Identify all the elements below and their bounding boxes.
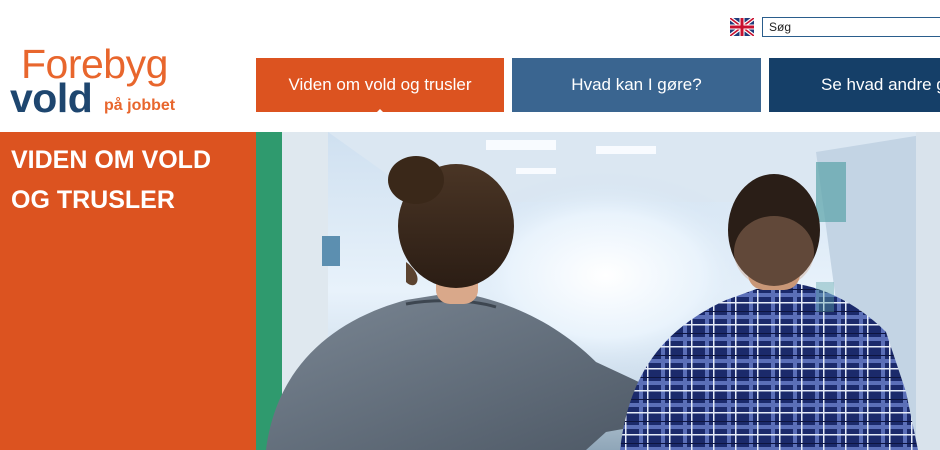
nav-item-viden-om-vold[interactable]: Viden om vold og trusler [256,58,504,112]
nav-item-se-hvad-andre[interactable]: Se hvad andre g [769,58,940,112]
search-input[interactable] [762,17,940,37]
main-nav: Viden om vold og trusler Hvad kan I gøre… [0,58,940,112]
uk-flag-icon[interactable] [730,18,754,36]
section-title-panel: VIDEN OM VOLD OG TRUSLER [0,132,256,450]
section-title: VIDEN OM VOLD OG TRUSLER [11,146,212,214]
nav-item-hvad-kan-i-goere[interactable]: Hvad kan I gøre? [512,58,761,112]
site-header: Forebyg vold på jobbet Viden om vold og … [0,0,940,132]
hero-image [256,132,940,450]
